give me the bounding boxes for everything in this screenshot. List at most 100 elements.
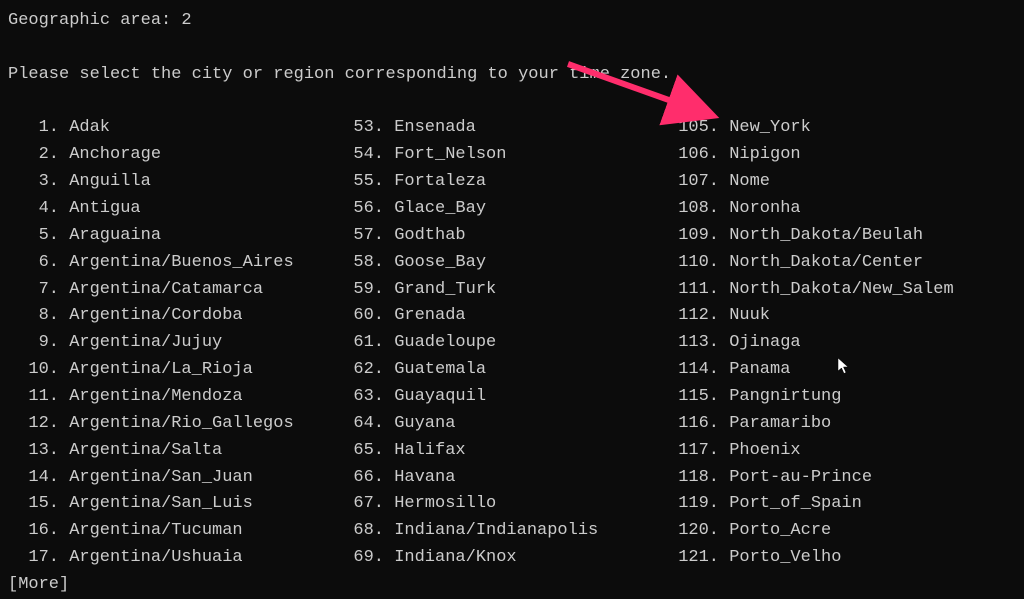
list-item[interactable]: 8. Argentina/Cordoba [8,303,333,330]
list-item[interactable]: 3. Anguilla [8,169,333,196]
list-item-number: 61 [333,330,374,357]
list-item-number: 64 [333,411,374,438]
list-item-number: 109 [668,223,709,250]
list-item-separator: . [709,468,729,487]
list-item-number: 3 [8,169,49,196]
list-item[interactable]: 116. Paramaribo [668,411,1016,438]
list-item[interactable]: 1. Adak [8,115,333,142]
list-item-separator: . [49,548,69,567]
list-item[interactable]: 66. Havana [333,465,668,492]
list-item[interactable]: 59. Grand_Turk [333,277,668,304]
list-item-separator: . [374,145,394,164]
list-item[interactable]: 62. Guatemala [333,357,668,384]
list-item-name: North_Dakota/New_Salem [729,280,953,299]
list-item-separator: . [374,521,394,540]
list-item[interactable]: 54. Fort_Nelson [333,142,668,169]
list-item-number: 65 [333,438,374,465]
list-item-name: Port_of_Spain [729,494,862,513]
list-item-number: 63 [333,384,374,411]
list-item[interactable]: 58. Goose_Bay [333,250,668,277]
list-item-separator: . [709,172,729,191]
list-item[interactable]: 107. Nome [668,169,1016,196]
list-item-separator: . [49,468,69,487]
list-item[interactable]: 10. Argentina/La_Rioja [8,357,333,384]
list-item[interactable]: 112. Nuuk [668,303,1016,330]
list-item[interactable]: 14. Argentina/San_Juan [8,465,333,492]
list-item-name: Glace_Bay [394,199,486,218]
list-item[interactable]: 111. North_Dakota/New_Salem [668,277,1016,304]
list-item[interactable]: 60. Grenada [333,303,668,330]
list-item-name: New_York [729,118,811,137]
list-item[interactable]: 4. Antigua [8,196,333,223]
list-item[interactable]: 67. Hermosillo [333,491,668,518]
list-item-name: North_Dakota/Center [729,253,923,272]
list-item-separator: . [374,494,394,513]
list-item[interactable]: 120. Porto_Acre [668,518,1016,545]
list-item-name: Guyana [394,414,455,433]
list-item-number: 111 [668,277,709,304]
list-item[interactable]: 117. Phoenix [668,438,1016,465]
list-item[interactable]: 69. Indiana/Knox [333,545,668,572]
list-item-name: Argentina/Buenos_Aires [69,253,293,272]
more-indicator[interactable]: [More] [8,572,1016,599]
list-item[interactable]: 6. Argentina/Buenos_Aires [8,250,333,277]
list-item[interactable]: 106. Nipigon [668,142,1016,169]
list-item-name: Nome [729,172,770,191]
list-item-separator: . [709,387,729,406]
list-item[interactable]: 109. North_Dakota/Beulah [668,223,1016,250]
list-item[interactable]: 17. Argentina/Ushuaia [8,545,333,572]
list-item-number: 11 [8,384,49,411]
list-item-number: 59 [333,277,374,304]
city-column-3: 105. New_York106. Nipigon107. Nome108. N… [668,115,1016,572]
list-item[interactable]: 16. Argentina/Tucuman [8,518,333,545]
list-item-name: Grenada [394,306,465,325]
list-item[interactable]: 57. Godthab [333,223,668,250]
list-item-separator: . [709,226,729,245]
list-item-name: Guatemala [394,360,486,379]
list-item-number: 1 [8,115,49,142]
list-item[interactable]: 113. Ojinaga [668,330,1016,357]
list-item-separator: . [374,118,394,137]
list-item[interactable]: 118. Port-au-Prince [668,465,1016,492]
list-item[interactable]: 5. Araguaina [8,223,333,250]
list-item-number: 115 [668,384,709,411]
list-item[interactable]: 63. Guayaquil [333,384,668,411]
list-item[interactable]: 64. Guyana [333,411,668,438]
list-item[interactable]: 13. Argentina/Salta [8,438,333,465]
list-item[interactable]: 68. Indiana/Indianapolis [333,518,668,545]
list-item-number: 2 [8,142,49,169]
geographic-area-header: Geographic area: 2 [8,8,1016,35]
list-item-separator: . [49,226,69,245]
list-item[interactable]: 55. Fortaleza [333,169,668,196]
list-item-name: Fortaleza [394,172,486,191]
list-item[interactable]: 65. Halifax [333,438,668,465]
list-item[interactable]: 15. Argentina/San_Luis [8,491,333,518]
list-item[interactable]: 105. New_York [668,115,1016,142]
list-item-number: 119 [668,491,709,518]
list-item[interactable]: 115. Pangnirtung [668,384,1016,411]
list-item-number: 107 [668,169,709,196]
list-item-number: 15 [8,491,49,518]
list-item-separator: . [49,441,69,460]
list-item[interactable]: 56. Glace_Bay [333,196,668,223]
list-item-number: 14 [8,465,49,492]
list-item[interactable]: 121. Porto_Velho [668,545,1016,572]
list-item[interactable]: 2. Anchorage [8,142,333,169]
list-item[interactable]: 7. Argentina/Catamarca [8,277,333,304]
list-item-separator: . [49,118,69,137]
list-item-name: Argentina/San_Juan [69,468,253,487]
list-item[interactable]: 110. North_Dakota/Center [668,250,1016,277]
list-item-name: Grand_Turk [394,280,496,299]
list-item-number: 112 [668,303,709,330]
list-item-separator: . [49,253,69,272]
list-item-separator: . [709,548,729,567]
list-item[interactable]: 9. Argentina/Jujuy [8,330,333,357]
list-item-name: Havana [394,468,455,487]
list-item-separator: . [374,306,394,325]
list-item[interactable]: 61. Guadeloupe [333,330,668,357]
list-item[interactable]: 53. Ensenada [333,115,668,142]
list-item[interactable]: 11. Argentina/Mendoza [8,384,333,411]
list-item[interactable]: 108. Noronha [668,196,1016,223]
list-item[interactable]: 12. Argentina/Rio_Gallegos [8,411,333,438]
list-item[interactable]: 119. Port_of_Spain [668,491,1016,518]
